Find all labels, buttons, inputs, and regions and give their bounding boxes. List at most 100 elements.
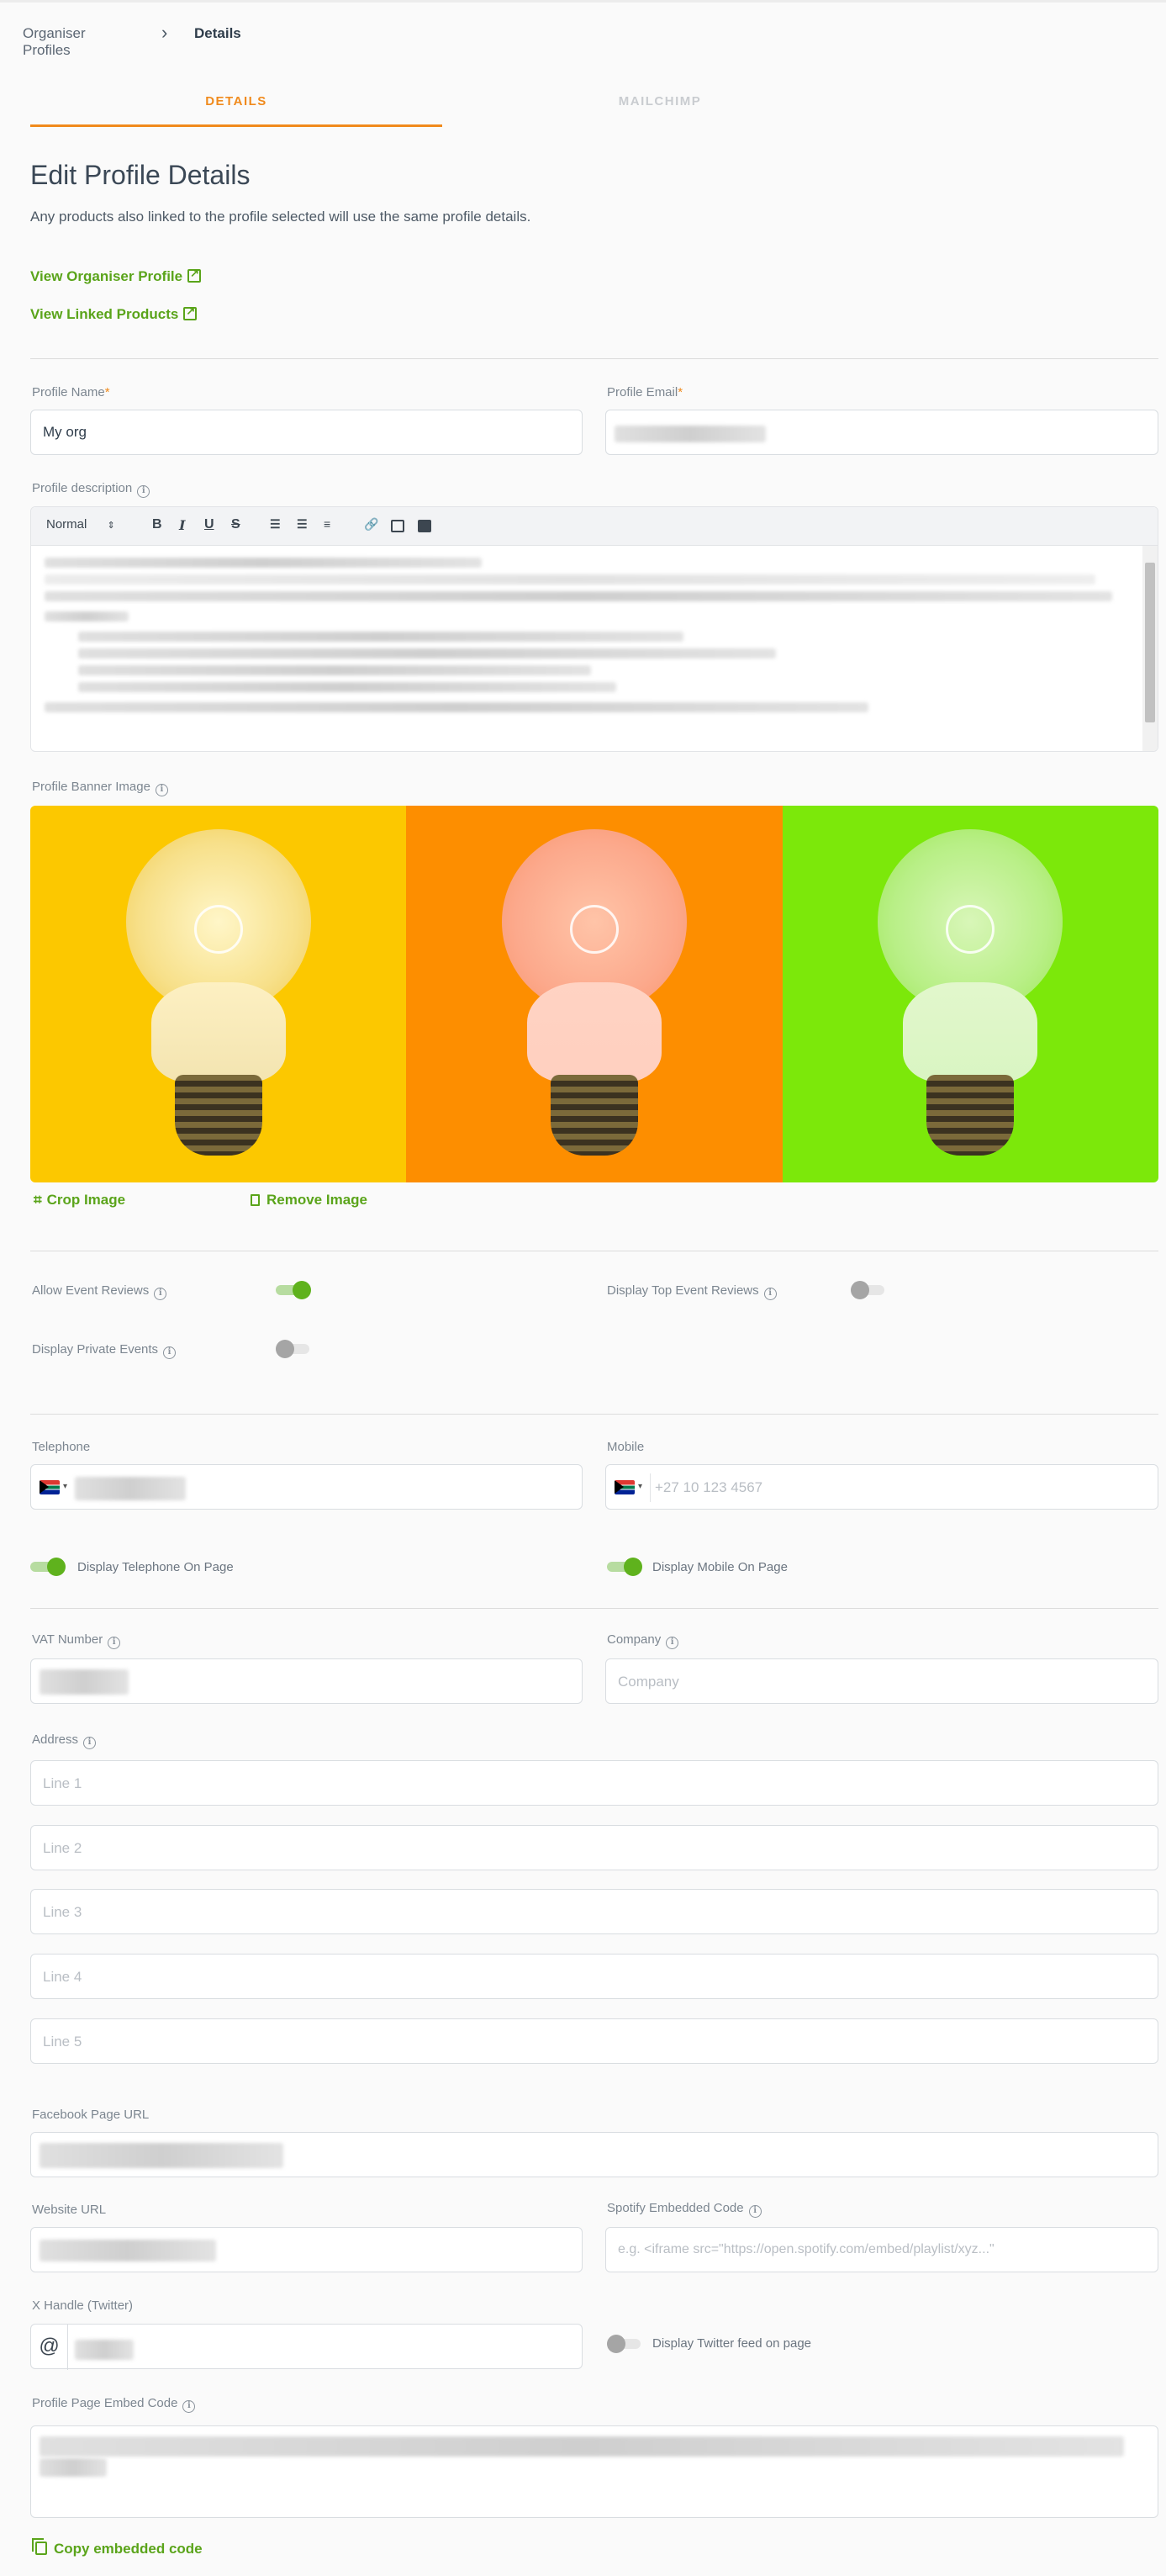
toggle-knob bbox=[276, 1340, 294, 1358]
telephone-input[interactable]: ▾ bbox=[30, 1464, 583, 1510]
underline-icon[interactable]: U bbox=[204, 517, 214, 532]
video-icon[interactable] bbox=[418, 520, 431, 532]
profile-email-input[interactable] bbox=[605, 410, 1158, 455]
address-line-5-input[interactable]: Line 5 bbox=[30, 2018, 1158, 2064]
address-line-1-input[interactable]: Line 1 bbox=[30, 1760, 1158, 1806]
redacted-telephone bbox=[75, 1477, 186, 1500]
twitter-handle-label: X Handle (Twitter) bbox=[32, 2298, 134, 2313]
italic-icon[interactable]: I bbox=[179, 517, 185, 533]
mobile-placeholder: +27 10 123 4567 bbox=[655, 1479, 763, 1495]
banner-panel-yellow bbox=[30, 806, 407, 1182]
info-icon[interactable]: i bbox=[163, 1346, 177, 1359]
format-select-value: Normal bbox=[46, 517, 87, 532]
info-icon[interactable]: i bbox=[108, 1637, 121, 1649]
editor-scrollbar[interactable] bbox=[1142, 546, 1158, 751]
allow-event-reviews-text: Allow Event Reviews bbox=[32, 1283, 150, 1298]
info-icon[interactable]: i bbox=[154, 1288, 167, 1300]
toggle-knob bbox=[624, 1558, 642, 1576]
profile-description-label-text: Profile description bbox=[32, 481, 133, 495]
company-input[interactable]: Company bbox=[605, 1658, 1158, 1704]
allow-event-reviews-toggle[interactable] bbox=[276, 1281, 311, 1299]
page-title: Edit Profile Details bbox=[30, 160, 251, 190]
redacted-facebook-url bbox=[40, 2143, 283, 2168]
spotify-code-input[interactable]: e.g. <iframe src="https://open.spotify.c… bbox=[605, 2227, 1158, 2272]
align-icon[interactable]: ≡ bbox=[324, 517, 330, 531]
rich-text-editor[interactable]: Normal ⇕ B I U S ☰ ☰ ≡ 🔗 bbox=[30, 506, 1158, 752]
info-icon[interactable]: i bbox=[182, 2400, 196, 2413]
image-icon[interactable] bbox=[391, 520, 404, 532]
redacted-embed-code bbox=[40, 2436, 1124, 2457]
company-label-text: Company bbox=[607, 1632, 662, 1647]
divider bbox=[30, 358, 1158, 359]
redacted-website-url bbox=[40, 2240, 216, 2261]
breadcrumb-parent-link[interactable]: Organiser Profiles bbox=[23, 25, 86, 59]
page-subtitle: Any products also linked to the profile … bbox=[30, 209, 531, 225]
lightbulb-filament bbox=[193, 905, 243, 954]
country-dropdown-icon[interactable]: ▾ bbox=[638, 1482, 642, 1491]
profile-name-label-text: Profile Name bbox=[32, 385, 105, 399]
active-tab-indicator bbox=[30, 124, 442, 127]
redacted-text bbox=[45, 558, 482, 568]
facebook-url-input[interactable] bbox=[30, 2132, 1158, 2177]
remove-image-button[interactable]: Remove Image bbox=[251, 1192, 367, 1209]
mobile-input[interactable]: ▾ +27 10 123 4567 bbox=[605, 1464, 1158, 1510]
embed-code-label-text: Profile Page Embed Code bbox=[32, 2396, 178, 2410]
profile-name-input[interactable]: My org bbox=[30, 410, 583, 455]
toggle-knob bbox=[607, 2335, 625, 2353]
ordered-list-icon[interactable]: ☰ bbox=[270, 517, 281, 532]
display-top-event-reviews-label: Display Top Event Reviews i bbox=[607, 1283, 777, 1300]
bold-icon[interactable]: B bbox=[152, 517, 162, 532]
banner-panel-orange bbox=[406, 806, 783, 1182]
mobile-label: Mobile bbox=[607, 1440, 645, 1454]
copy-embedded-code-button[interactable]: Copy embedded code bbox=[32, 2538, 203, 2557]
info-icon[interactable]: i bbox=[155, 784, 168, 796]
external-link-icon bbox=[187, 267, 202, 283]
address-line-4-placeholder: Line 4 bbox=[43, 1969, 82, 1985]
south-africa-flag-icon[interactable] bbox=[40, 1480, 60, 1494]
address-line-2-input[interactable]: Line 2 bbox=[30, 1825, 1158, 1870]
info-icon[interactable]: i bbox=[763, 1288, 777, 1300]
website-url-input[interactable] bbox=[30, 2227, 583, 2272]
display-private-events-toggle[interactable] bbox=[276, 1340, 309, 1358]
view-linked-products-label: View Linked Products bbox=[30, 306, 179, 322]
copy-icon bbox=[32, 2538, 47, 2555]
twitter-handle-input[interactable]: @ bbox=[30, 2324, 583, 2370]
view-linked-products-link[interactable]: View Linked Products bbox=[30, 304, 198, 323]
banner-panel-green bbox=[782, 806, 1158, 1182]
address-line-5-placeholder: Line 5 bbox=[43, 2034, 82, 2050]
display-mobile-toggle[interactable] bbox=[607, 1558, 642, 1576]
display-top-event-reviews-toggle[interactable] bbox=[851, 1281, 884, 1299]
divider bbox=[30, 1608, 1158, 1609]
info-icon[interactable]: i bbox=[748, 2205, 762, 2218]
south-africa-flag-icon[interactable] bbox=[615, 1480, 635, 1494]
info-icon[interactable]: i bbox=[137, 485, 150, 498]
input-divider bbox=[650, 1473, 651, 1502]
strikethrough-icon[interactable]: S bbox=[231, 517, 240, 532]
redacted-text bbox=[78, 648, 776, 659]
vat-number-input[interactable] bbox=[30, 1658, 583, 1704]
bullet-list-icon[interactable]: ☰ bbox=[297, 517, 308, 532]
display-twitter-feed-toggle[interactable] bbox=[607, 2335, 641, 2353]
address-line-3-input[interactable]: Line 3 bbox=[30, 1889, 1158, 1934]
allow-event-reviews-label: Allow Event Reviews i bbox=[32, 1283, 167, 1300]
info-icon[interactable]: i bbox=[666, 1637, 679, 1649]
info-icon[interactable]: i bbox=[83, 1737, 97, 1749]
country-dropdown-icon[interactable]: ▾ bbox=[63, 1482, 67, 1491]
profile-name-label: Profile Name* bbox=[32, 385, 110, 399]
link-icon[interactable]: 🔗 bbox=[364, 517, 378, 532]
display-telephone-toggle[interactable] bbox=[30, 1558, 66, 1576]
profile-banner-label-text: Profile Banner Image bbox=[32, 780, 150, 794]
profile-email-label-text: Profile Email bbox=[607, 385, 678, 399]
scrollbar-thumb[interactable] bbox=[1145, 563, 1155, 722]
address-label-text: Address bbox=[32, 1732, 79, 1747]
tab-mailchimp[interactable]: MAILCHIMP bbox=[454, 94, 866, 108]
toggle-knob bbox=[293, 1281, 311, 1299]
lightbulb-base bbox=[174, 1075, 262, 1156]
redacted-text bbox=[78, 682, 616, 692]
format-select[interactable]: Normal ⇕ bbox=[46, 517, 115, 532]
tab-details[interactable]: DETAILS bbox=[30, 94, 442, 108]
embed-code-textarea[interactable] bbox=[30, 2425, 1158, 2518]
crop-image-button[interactable]: ⌗ Crop Image bbox=[34, 1192, 125, 1209]
address-line-4-input[interactable]: Line 4 bbox=[30, 1954, 1158, 1999]
view-organiser-profile-link[interactable]: View Organiser Profile bbox=[30, 267, 202, 285]
